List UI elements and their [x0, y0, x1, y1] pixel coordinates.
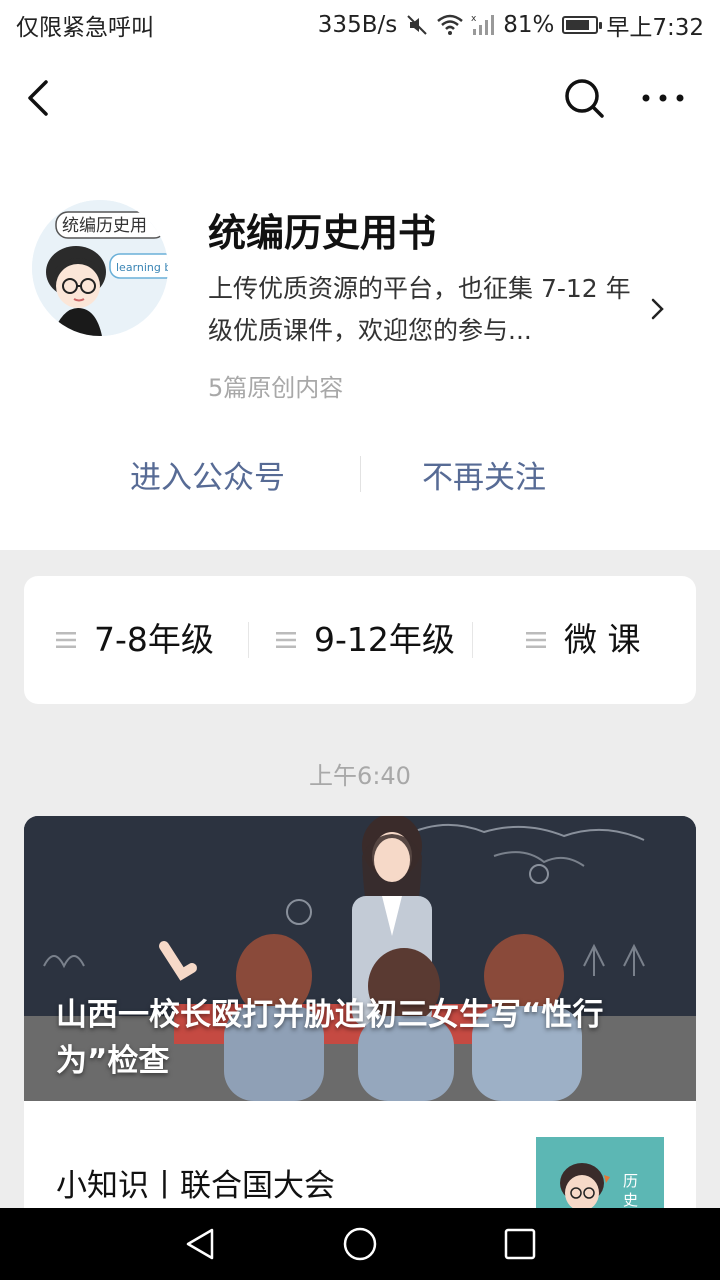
article-cover[interactable]: 山西一校长殴打并胁迫初三女生写“性行为”检查 [24, 816, 696, 1101]
description-arrow[interactable] [648, 296, 668, 322]
nav-back-button[interactable] [182, 1226, 218, 1262]
avatar-text-title: 统编历史用 [62, 216, 147, 236]
nav-recents-button[interactable] [502, 1226, 538, 1262]
avatar-text-sub: learning boo [116, 261, 168, 274]
account-menu: 7-8年级 9-12年级 微 课 [24, 576, 696, 704]
menu-item-label: 微 课 [564, 620, 641, 659]
carrier-text: 仅限紧急呼叫 [16, 15, 154, 41]
battery-percent: 81% [503, 12, 555, 38]
menu-item-label: 7-8年级 [94, 620, 214, 659]
menu-item-grade-7-8[interactable]: 7-8年级 [56, 576, 214, 704]
battery-icon [562, 16, 603, 34]
article-sub-title[interactable]: 小知识丨联合国大会 [56, 1160, 335, 1205]
menu-item-grade-9-12[interactable]: 9-12年级 [276, 576, 466, 704]
account-description[interactable]: 上传优质资源的平台，也征集 7-12 年级优质课件，欢迎您的参与... [208, 268, 640, 352]
message-timestamp: 上午6:40 [309, 762, 411, 790]
wifi-icon [437, 14, 464, 36]
triangle-back-icon [186, 1228, 214, 1260]
top-bar [0, 50, 720, 146]
menu-item-micro-lesson[interactable]: 微 课 [526, 576, 641, 704]
menu-lines-icon [56, 632, 76, 648]
article-cover-title: 山西一校长殴打并胁迫初三女生写“性行为”检查 [56, 997, 604, 1079]
original-content-count: 5篇原创内容 [208, 374, 344, 402]
square-recents-icon [504, 1228, 536, 1260]
signal-icon: x [471, 13, 495, 37]
clock: 早上7:32 [606, 15, 704, 41]
circle-home-icon [343, 1227, 377, 1261]
more-button[interactable] [638, 74, 688, 122]
search-icon [565, 79, 604, 118]
back-chevron-icon [28, 80, 48, 116]
status-icons: 335B/s x 81% 早上7:32 [318, 8, 704, 42]
menu-lines-icon [276, 632, 296, 648]
account-profile: 统编历史用 learning boo 统编历史用书 上传优质资源的平台，也征集 … [0, 146, 720, 550]
action-divider [360, 456, 361, 492]
system-nav-bar [0, 1208, 720, 1280]
menu-divider [472, 622, 473, 658]
back-button[interactable] [18, 74, 62, 122]
network-speed: 335B/s [317, 12, 398, 38]
menu-divider [248, 622, 249, 658]
enter-account-button[interactable]: 进入公众号 [130, 452, 285, 497]
menu-lines-icon [526, 632, 546, 648]
account-name: 统编历史用书 [208, 211, 437, 255]
avatar[interactable]: 统编历史用 learning boo [32, 200, 168, 336]
mute-icon [405, 13, 429, 37]
profile-actions: 进入公众号 不再关注 [0, 446, 720, 506]
nav-home-button[interactable] [342, 1226, 378, 1262]
status-bar: 仅限紧急呼叫 335B/s x 81% 早上7:32 [0, 0, 720, 50]
chevron-right-icon [651, 298, 664, 320]
menu-item-label: 9-12年级 [314, 620, 455, 659]
search-button[interactable] [560, 74, 608, 122]
svg-text:x: x [471, 14, 477, 24]
unfollow-button[interactable]: 不再关注 [422, 452, 546, 497]
article-card: 山西一校长殴打并胁迫初三女生写“性行为”检查 小知识丨联合国大会 历史小 [24, 816, 696, 1276]
more-dots-icon [642, 94, 684, 102]
